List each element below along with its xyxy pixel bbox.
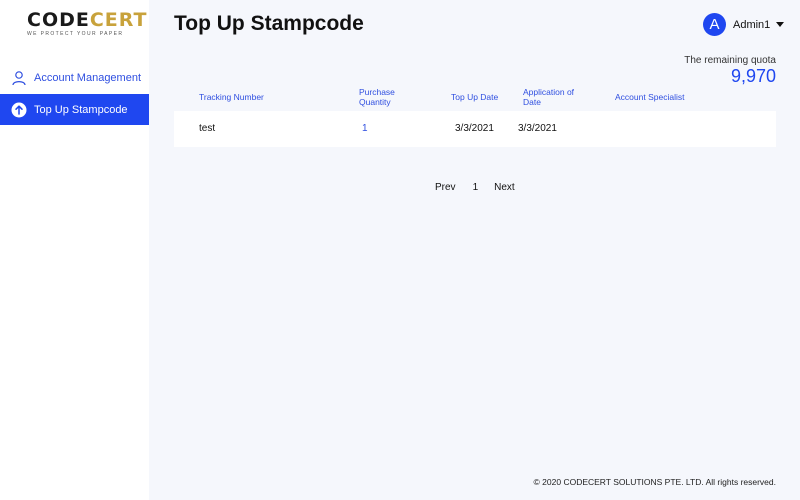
cell-top-up-date: 3/3/2021	[455, 123, 494, 134]
footer-copyright: © 2020 CODECERT SOLUTIONS PTE. LTD. All …	[533, 477, 776, 487]
column-header-purchase-quantity: Purchase Quantity	[359, 87, 409, 107]
codecert-logo[interactable]: CODECERT WE PROTECT YOUR PAPER	[27, 9, 148, 40]
column-header-text: Application of Date	[523, 87, 575, 107]
prev-page-button[interactable]: Prev	[435, 182, 456, 193]
next-page-button[interactable]: Next	[494, 182, 515, 193]
logo-wordmark: CODECERT	[27, 9, 148, 31]
column-header-tracking-number: Tracking Number	[199, 92, 264, 102]
sidebar-item-label: Account Management	[34, 71, 142, 84]
sidebar: CODECERT WE PROTECT YOUR PAPER Account M…	[0, 0, 149, 500]
page-title: Top Up Stampcode	[174, 12, 364, 35]
sidebar-item-account-management[interactable]: Account Management	[0, 62, 149, 93]
column-header-text: Purchase Quantity	[359, 87, 395, 107]
pagination: Prev 1 Next	[435, 182, 515, 193]
quota-label: The remaining quota	[684, 55, 776, 66]
cell-application-date: 3/3/2021	[518, 123, 557, 134]
column-header-top-up-date: Top Up Date	[451, 92, 499, 102]
table-row[interactable]: test 1 3/3/2021 3/3/2021	[174, 111, 776, 147]
column-header-application-date: Application of Date	[523, 87, 585, 107]
logo-tagline: WE PROTECT YOUR PAPER	[27, 31, 124, 37]
quota-value: 9,970	[730, 66, 776, 86]
cell-tracking-number: test	[199, 123, 216, 134]
arrow-up-circle-icon	[11, 102, 27, 118]
sidebar-item-top-up-stampcode[interactable]: Top Up Stampcode	[0, 94, 149, 125]
avatar: A	[703, 13, 726, 36]
page-number-button[interactable]: 1	[473, 182, 479, 193]
sidebar-item-label: Top Up Stampcode	[34, 103, 128, 116]
user-menu[interactable]: A Admin1	[703, 13, 785, 36]
column-header-account-specialist: Account Specialist	[615, 92, 685, 102]
cell-purchase-quantity[interactable]: 1	[362, 123, 368, 134]
user-name: Admin1	[733, 18, 771, 31]
user-icon	[11, 70, 27, 86]
caret-down-icon	[776, 22, 785, 27]
